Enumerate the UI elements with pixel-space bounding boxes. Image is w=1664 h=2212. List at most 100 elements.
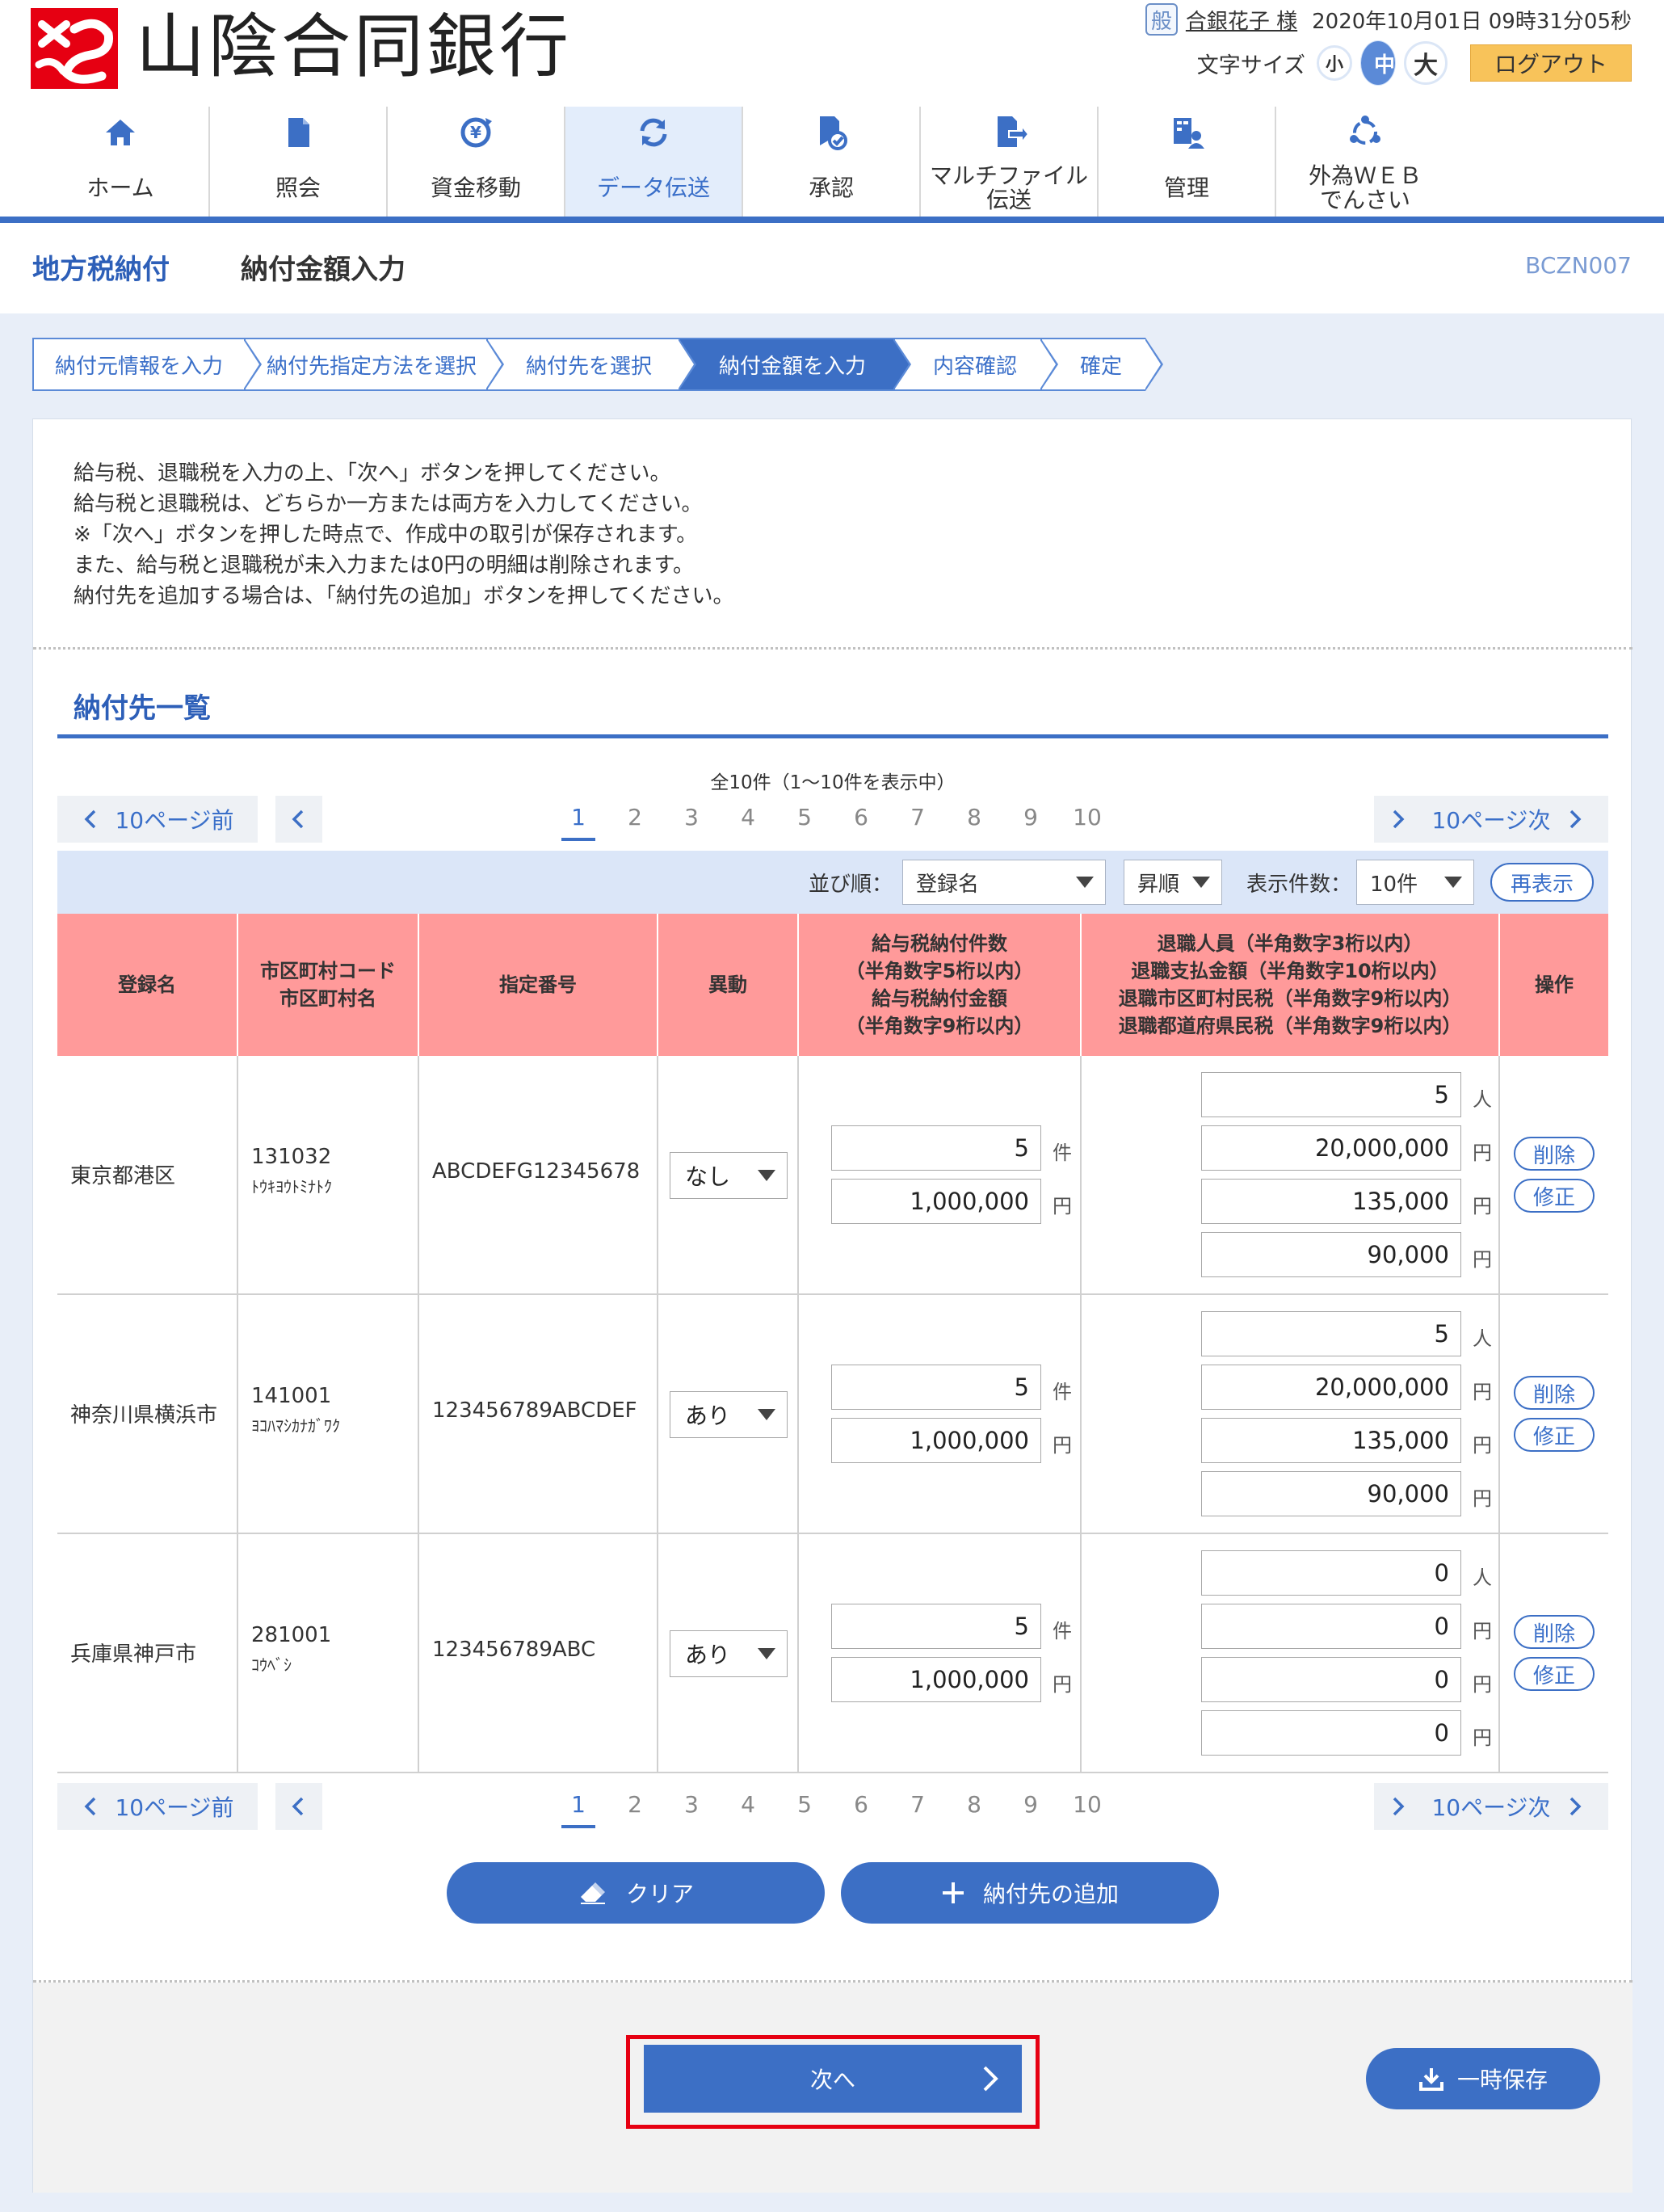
- page-link[interactable]: 9: [1002, 1783, 1059, 1830]
- designation-number: 123456789ABC: [432, 1638, 596, 1662]
- retire-people-input[interactable]: 5: [1201, 1072, 1461, 1117]
- download-icon: [1418, 2068, 1443, 2091]
- page-link[interactable]: 5: [776, 1783, 833, 1830]
- file-transfer-icon: [998, 116, 1028, 147]
- plus-icon: [942, 1882, 964, 1903]
- refresh-icon: [640, 118, 667, 147]
- main-card: 給与税、退職税を入力の上、「次へ」ボタンを押してください。 給与税と退職税は、ど…: [32, 418, 1632, 2193]
- delete-button[interactable]: 削除: [1514, 1615, 1595, 1649]
- retire-people-input[interactable]: 0: [1201, 1550, 1461, 1596]
- result-count: 全10件（1〜10件を表示中）: [710, 772, 956, 793]
- step-confirm: 内容確認: [893, 338, 1058, 391]
- page-title-bar: 地方税納付 納付金額入力 BCZN007: [0, 223, 1664, 313]
- page-link[interactable]: 6: [833, 796, 889, 843]
- edit-button[interactable]: 修正: [1514, 1418, 1595, 1452]
- salary-amount-input[interactable]: 1,000,000: [831, 1657, 1041, 1702]
- nav-forex-densai[interactable]: 外為ＷＥＢ でんさい: [1276, 107, 1454, 217]
- page-link[interactable]: 9: [1002, 796, 1059, 843]
- chevron-right-icon: [1569, 810, 1582, 829]
- retire-city-tax-input[interactable]: 0: [1201, 1657, 1461, 1702]
- page-link[interactable]: 1: [550, 1783, 607, 1830]
- home-icon: [106, 120, 135, 145]
- page-link[interactable]: 6: [833, 1783, 889, 1830]
- change-select[interactable]: なし: [670, 1152, 788, 1199]
- cell-ops: 削除 修正: [1500, 1295, 1608, 1534]
- page-link[interactable]: 2: [607, 1783, 663, 1830]
- edit-button[interactable]: 修正: [1514, 1179, 1595, 1213]
- prev-page-button[interactable]: [275, 796, 322, 843]
- page-link[interactable]: 3: [663, 1783, 720, 1830]
- page-link[interactable]: 4: [720, 1783, 776, 1830]
- change-value: あり: [685, 1642, 731, 1668]
- cell-change: なし: [658, 1056, 799, 1295]
- nav-inquiry[interactable]: 照会: [210, 107, 388, 217]
- prev-10-pages-button[interactable]: 10ページ前: [57, 1783, 258, 1830]
- font-size-large-button[interactable]: 大: [1404, 41, 1448, 85]
- nav-multifile-transmission[interactable]: マルチファイル 伝送: [921, 107, 1099, 217]
- page-link[interactable]: 8: [946, 1783, 1002, 1830]
- sort-field-select[interactable]: 登録名: [901, 860, 1106, 905]
- salary-amount-input[interactable]: 1,000,000: [831, 1418, 1041, 1463]
- page-link[interactable]: 10: [1059, 1783, 1116, 1830]
- change-select[interactable]: あり: [670, 1630, 788, 1677]
- page-link[interactable]: 3: [663, 796, 720, 843]
- font-size-small-button[interactable]: 小: [1317, 45, 1352, 81]
- dropdown-arrow-icon: [1075, 877, 1094, 888]
- salary-count-input[interactable]: 5: [831, 1604, 1041, 1649]
- delete-button[interactable]: 削除: [1514, 1376, 1595, 1410]
- next-10-pages-button[interactable]: 10ページ次: [1408, 796, 1608, 843]
- retire-pref-tax-input[interactable]: 90,000: [1201, 1471, 1461, 1516]
- prev-page-button[interactable]: [275, 1783, 322, 1830]
- nav-admin[interactable]: 管理: [1099, 107, 1276, 217]
- page-link[interactable]: 1: [550, 796, 607, 843]
- page-link[interactable]: 5: [776, 796, 833, 843]
- nav-fund-transfer[interactable]: ¥ 資金移動: [388, 107, 565, 217]
- font-size-medium-button[interactable]: 中: [1360, 40, 1396, 86]
- page-link[interactable]: 2: [607, 796, 663, 843]
- change-select[interactable]: あり: [670, 1391, 788, 1438]
- page-link[interactable]: 10: [1059, 796, 1116, 843]
- next-10-pages-button[interactable]: 10ページ次: [1408, 1783, 1608, 1830]
- salary-count-input[interactable]: 5: [831, 1365, 1041, 1410]
- user-name-link[interactable]: 合銀花子 様: [1186, 5, 1297, 35]
- salary-amount-input[interactable]: 1,000,000: [831, 1179, 1041, 1224]
- prev-10-pages-button[interactable]: 10ページ前: [57, 796, 258, 843]
- retire-payment-input[interactable]: 20,000,000: [1201, 1365, 1461, 1410]
- next-button[interactable]: 次へ: [644, 2045, 1022, 2113]
- add-destination-button[interactable]: 納付先の追加: [841, 1862, 1219, 1924]
- municipality-kana: ﾄｳｷﾖｳﾄﾐﾅﾄｸ: [251, 1177, 332, 1196]
- nav-approval[interactable]: 承認: [743, 107, 921, 217]
- document-icon: [288, 118, 309, 147]
- retire-people-input[interactable]: 5: [1201, 1311, 1461, 1356]
- dropdown-arrow-icon: [1444, 877, 1462, 888]
- section-title: 納付先一覧: [74, 692, 211, 725]
- retire-city-tax-input[interactable]: 135,000: [1201, 1418, 1461, 1463]
- chevron-right-icon: [1393, 810, 1405, 829]
- instruction-line: 納付先を追加する場合は、「納付先の追加」ボタンを押してください。: [74, 584, 734, 608]
- retire-pref-tax-input[interactable]: 0: [1201, 1710, 1461, 1756]
- clear-button[interactable]: クリア: [447, 1862, 825, 1924]
- sort-order-select[interactable]: 昇順: [1123, 860, 1222, 905]
- retire-payment-input[interactable]: 20,000,000: [1201, 1125, 1461, 1171]
- edit-button[interactable]: 修正: [1514, 1657, 1595, 1691]
- delete-button[interactable]: 削除: [1514, 1137, 1595, 1171]
- temporary-save-button[interactable]: 一時保存: [1366, 2048, 1600, 2109]
- retire-city-tax-input[interactable]: 135,000: [1201, 1179, 1461, 1224]
- cell-salary: 5 件 1,000,000 円: [799, 1534, 1082, 1773]
- salary-count-input[interactable]: 5: [831, 1125, 1041, 1171]
- municipality-code: 141001: [251, 1384, 332, 1408]
- retire-pref-tax-input[interactable]: 90,000: [1201, 1232, 1461, 1277]
- prev-10-label: 10ページ前: [115, 807, 234, 834]
- page-size-select[interactable]: 10件: [1356, 860, 1474, 905]
- page-link[interactable]: 7: [889, 796, 946, 843]
- logout-button[interactable]: ログアウト: [1470, 44, 1632, 82]
- step-progress: 納付元情報を入力 納付先指定方法を選択 納付先を選択 納付金額を入力 内容確認 …: [32, 338, 1163, 391]
- page-link[interactable]: 4: [720, 796, 776, 843]
- nav-data-transmission[interactable]: データ伝送: [565, 107, 743, 217]
- page-link[interactable]: 7: [889, 1783, 946, 1830]
- page-link[interactable]: 8: [946, 796, 1002, 843]
- screen-code: BCZN007: [1525, 252, 1632, 279]
- nav-home[interactable]: ホーム: [32, 107, 210, 217]
- retire-payment-input[interactable]: 0: [1201, 1604, 1461, 1649]
- redisplay-button[interactable]: 再表示: [1490, 863, 1594, 902]
